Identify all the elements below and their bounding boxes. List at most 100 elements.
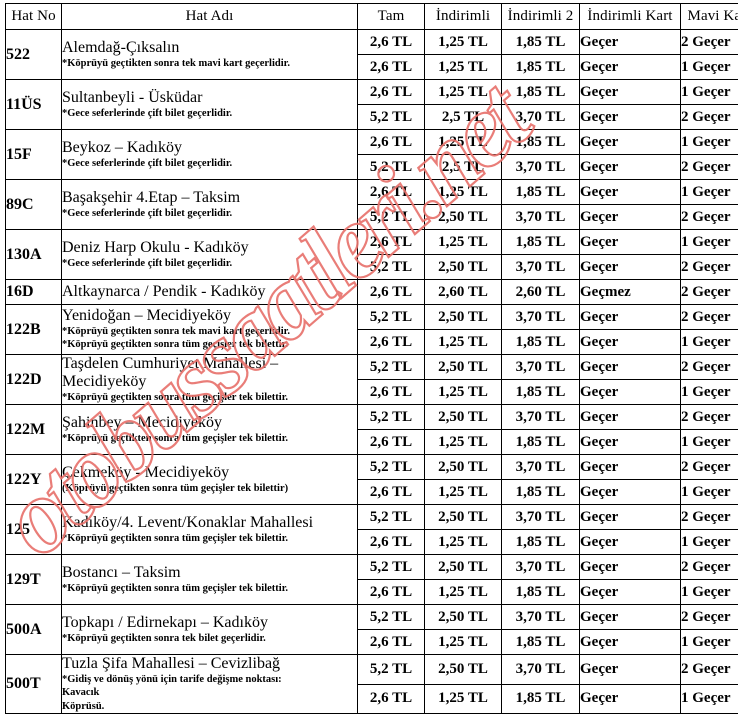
route-number-cell: 16D <box>6 280 62 305</box>
route-number-cell: 11ÜS <box>6 80 62 130</box>
route-note: *Gidiş ve dönüş yönü için tarife değişme… <box>62 674 357 686</box>
fare-indirimli-cell: 2,50 TL <box>425 255 502 280</box>
fare-tam-cell: 2,6 TL <box>358 480 425 505</box>
fare-indirimli-2-cell: 3,70 TL <box>502 255 580 280</box>
fare-indirimli-kart-cell: Geçer <box>580 684 681 714</box>
route-name-cell: Çekmeköy - Mecidiyeköy(Köprüyü geçtikten… <box>62 455 358 505</box>
header-row: Hat No Hat Adı Tam İndirimli İndirimli 2… <box>6 4 738 30</box>
fare-indirimli-kart-cell: Geçer <box>580 430 681 455</box>
fare-tam-cell: 2,6 TL <box>358 630 425 655</box>
route-note: *Gece seferlerinde çift bilet geçerlidir… <box>62 208 357 220</box>
route-name: Bostancı – Taksim <box>62 564 357 582</box>
fare-mavi-kart-cell: 1 Geçer <box>681 580 738 605</box>
fare-indirimli-cell: 1,25 TL <box>425 130 502 155</box>
fare-indirimli-cell: 1,25 TL <box>425 230 502 255</box>
route-name: Yenidoğan – Mecidiyeköy <box>62 307 357 325</box>
fare-tam-cell: 2,6 TL <box>358 280 425 305</box>
fare-indirimli-kart-cell: Geçer <box>580 580 681 605</box>
header-mavi-kart: Mavi Kart <box>681 4 738 30</box>
fare-indirimli-kart-cell: Geçer <box>580 30 681 55</box>
fare-indirimli-2-cell: 3,70 TL <box>502 605 580 630</box>
fare-tam-cell: 5,2 TL <box>358 555 425 580</box>
fare-tam-cell: 5,2 TL <box>358 155 425 180</box>
route-name-cell: Topkapı / Edirnekapı – Kadıköy*Köprüyü g… <box>62 605 358 655</box>
route-name: Başakşehir 4.Etap – Taksim <box>62 189 357 207</box>
fare-indirimli-kart-cell: Geçer <box>580 605 681 630</box>
fare-tam-cell: 2,6 TL <box>358 330 425 355</box>
fare-tam-cell: 2,6 TL <box>358 55 425 80</box>
fare-indirimli-2-cell: 1,85 TL <box>502 430 580 455</box>
route-note: *Köprüyü geçtikten sonra tüm geçişler te… <box>62 392 357 404</box>
route-note: *Köprüyü geçtikten sonra tüm geçişler te… <box>62 533 357 545</box>
fare-indirimli-kart-cell: Geçer <box>580 130 681 155</box>
fare-tam-cell: 2,6 TL <box>358 180 425 205</box>
fare-indirimli-cell: 2,50 TL <box>425 605 502 630</box>
fare-mavi-kart-cell: 2 Geçer <box>681 205 738 230</box>
fare-indirimli-cell: 1,25 TL <box>425 380 502 405</box>
header-tam: Tam <box>358 4 425 30</box>
route-name-cell: Altkaynarca / Pendik - Kadıköy <box>62 280 358 305</box>
fare-mavi-kart-cell: 1 Geçer <box>681 630 738 655</box>
fare-tam-cell: 5,2 TL <box>358 655 425 685</box>
route-note: *Gece seferlerinde çift bilet geçerlidir… <box>62 258 357 270</box>
fare-indirimli-2-cell: 1,85 TL <box>502 480 580 505</box>
route-name-cell: Şahinbey – Mecidiyeköy*Köprüyü geçtikten… <box>62 405 358 455</box>
route-number-cell: 125 <box>6 505 62 555</box>
fare-indirimli-2-cell: 3,70 TL <box>502 205 580 230</box>
route-name-cell: Alemdağ-Çıksalın*Köprüyü geçtikten sonra… <box>62 30 358 80</box>
fare-mavi-kart-cell: 2 Geçer <box>681 455 738 480</box>
fare-indirimli-cell: 2,50 TL <box>425 305 502 330</box>
fare-indirimli-cell: 2,50 TL <box>425 555 502 580</box>
fare-indirimli-cell: 1,25 TL <box>425 30 502 55</box>
fare-indirimli-2-cell: 3,70 TL <box>502 355 580 380</box>
table-row: 15FBeykoz – Kadıköy*Gece seferlerinde çi… <box>6 130 738 155</box>
route-name: Kadıköy/4. Levent/Konaklar Mahallesi <box>62 514 357 532</box>
table-row: 129TBostancı – Taksim*Köprüyü geçtikten … <box>6 555 738 580</box>
route-note: *Köprüyü geçtikten sonra tüm geçişler te… <box>62 339 357 351</box>
fare-mavi-kart-cell: 2 Geçer <box>681 305 738 330</box>
route-name-cell: Kadıköy/4. Levent/Konaklar Mahallesi*Köp… <box>62 505 358 555</box>
fare-indirimli-cell: 2,50 TL <box>425 205 502 230</box>
fare-mavi-kart-cell: 2 Geçer <box>681 505 738 530</box>
route-note: Köprüsü. <box>62 701 357 713</box>
table-row: 125Kadıköy/4. Levent/Konaklar Mahallesi*… <box>6 505 738 530</box>
table-row: 122YÇekmeköy - Mecidiyeköy(Köprüyü geçti… <box>6 455 738 480</box>
fare-indirimli-2-cell: 1,85 TL <box>502 30 580 55</box>
table-row: 89CBaşakşehir 4.Etap – Taksim*Gece sefer… <box>6 180 738 205</box>
header-indirimli-kart: İndirimli Kart <box>580 4 681 30</box>
fare-indirimli-cell: 1,25 TL <box>425 630 502 655</box>
route-note: *Köprüyü geçtikten sonra tek mavi kart g… <box>62 326 357 338</box>
fare-indirimli-2-cell: 3,70 TL <box>502 305 580 330</box>
fare-tam-cell: 5,2 TL <box>358 305 425 330</box>
route-name-cell: Sultanbeyli - Üsküdar*Gece seferlerinde … <box>62 80 358 130</box>
fare-indirimli-kart-cell: Geçer <box>580 305 681 330</box>
route-note: *Köprüyü geçtikten sonra tek bilet geçer… <box>62 633 357 645</box>
fare-indirimli-kart-cell: Geçer <box>580 230 681 255</box>
fare-indirimli-kart-cell: Geçer <box>580 505 681 530</box>
table-body: 522Alemdağ-Çıksalın*Köprüyü geçtikten so… <box>6 30 738 714</box>
fare-indirimli-kart-cell: Geçer <box>580 105 681 130</box>
fare-indirimli-cell: 2,60 TL <box>425 280 502 305</box>
route-number-cell: 89C <box>6 180 62 230</box>
route-name: Çekmeköy - Mecidiyeköy <box>62 464 357 482</box>
route-name: Tuzla Şifa Mahallesi – Cevizlibağ <box>62 655 357 673</box>
fare-indirimli-kart-cell: Geçer <box>580 405 681 430</box>
fare-mavi-kart-cell: 1 Geçer <box>681 530 738 555</box>
route-number-cell: 15F <box>6 130 62 180</box>
fare-indirimli-2-cell: 1,85 TL <box>502 55 580 80</box>
fare-indirimli-cell: 1,25 TL <box>425 684 502 714</box>
fare-mavi-kart-cell: 2 Geçer <box>681 355 738 380</box>
route-number-cell: 122Y <box>6 455 62 505</box>
fare-indirimli-2-cell: 1,85 TL <box>502 180 580 205</box>
fare-indirimli-cell: 1,25 TL <box>425 530 502 555</box>
fare-indirimli-2-cell: 3,70 TL <box>502 655 580 685</box>
fare-indirimli-cell: 1,25 TL <box>425 480 502 505</box>
route-name: Deniz Harp Okulu - Kadıköy <box>62 239 357 257</box>
fare-indirimli-cell: 1,25 TL <box>425 80 502 105</box>
fare-mavi-kart-cell: 2 Geçer <box>681 30 738 55</box>
fare-tam-cell: 2,6 TL <box>358 230 425 255</box>
fare-mavi-kart-cell: 2 Geçer <box>681 280 738 305</box>
fare-indirimli-2-cell: 2,60 TL <box>502 280 580 305</box>
fare-indirimli-kart-cell: Geçer <box>580 380 681 405</box>
fare-mavi-kart-cell: 1 Geçer <box>681 55 738 80</box>
